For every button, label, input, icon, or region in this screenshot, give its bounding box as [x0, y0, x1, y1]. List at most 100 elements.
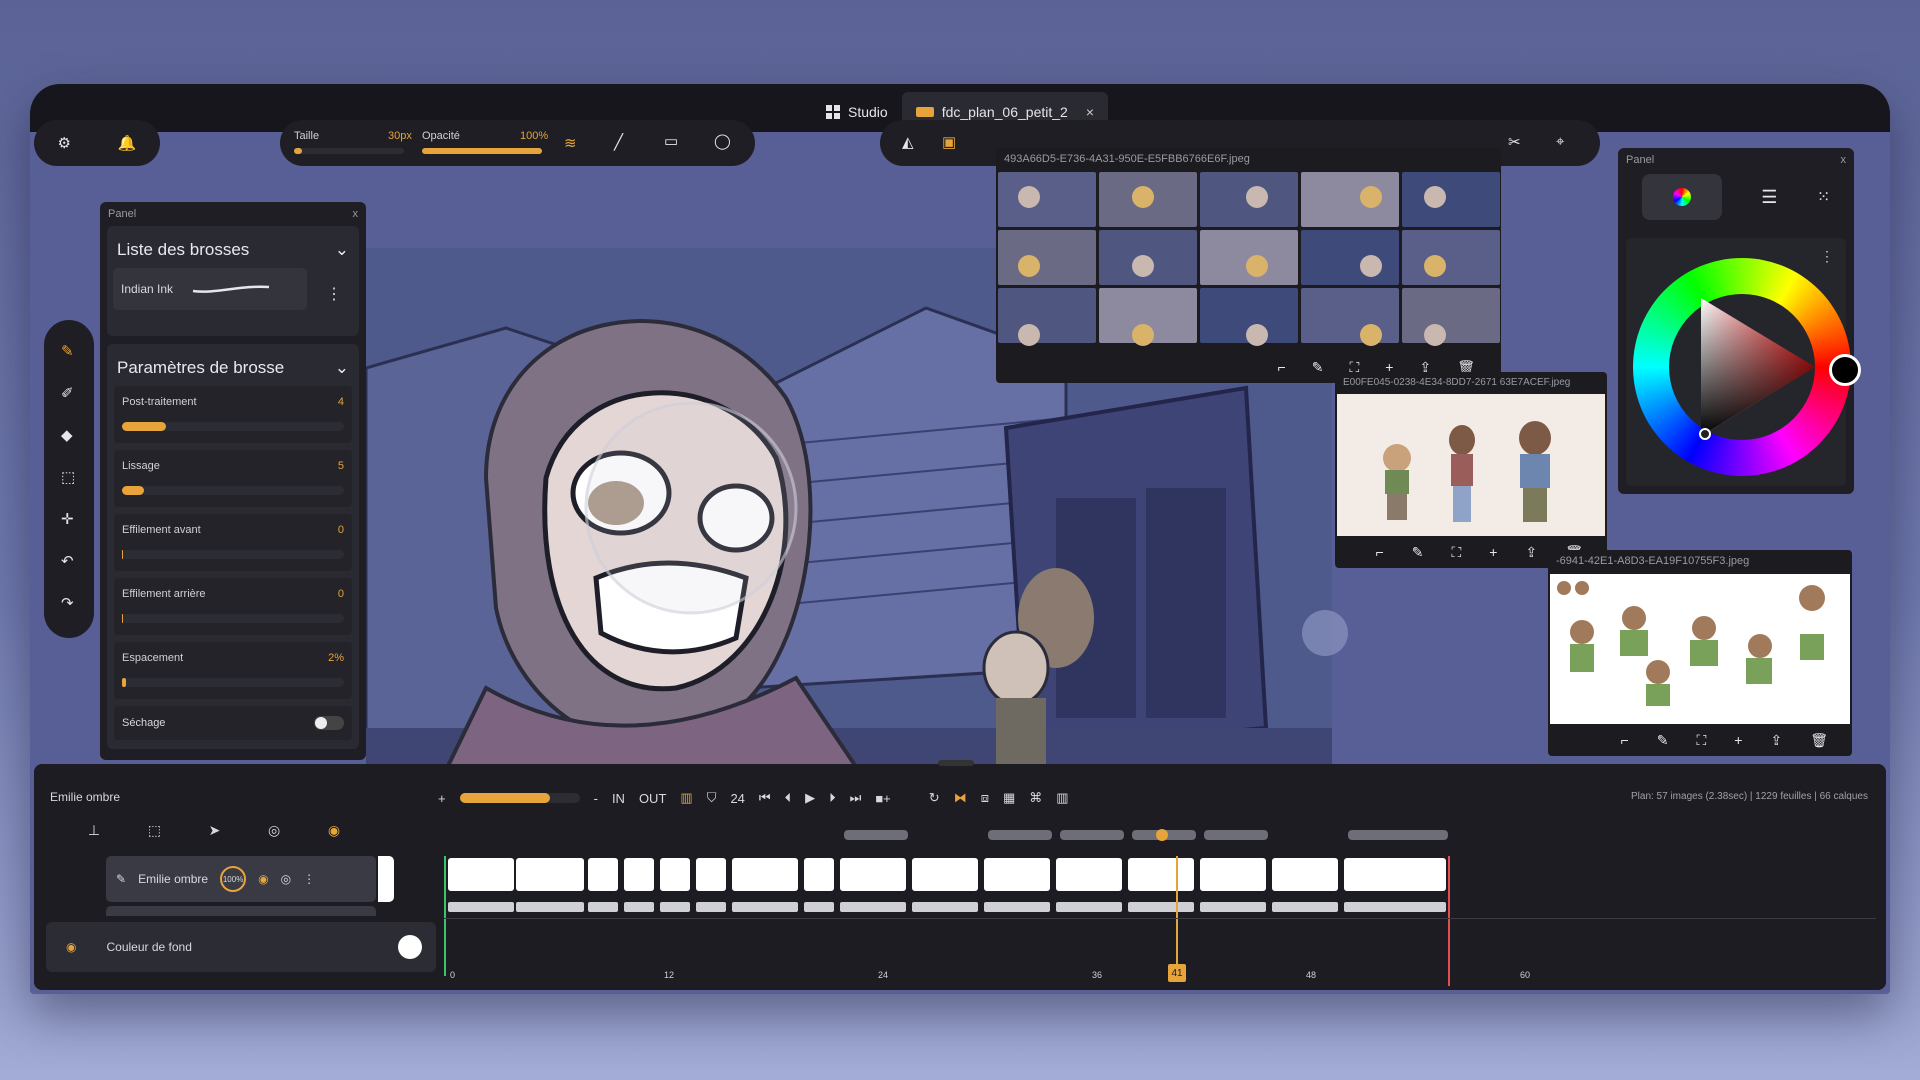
storyboard-thumbnail[interactable] [1402, 230, 1500, 285]
sv-cursor[interactable] [1699, 428, 1711, 440]
undo-icon[interactable]: ↶ [61, 552, 74, 570]
zoom-in-button[interactable]: + [438, 791, 446, 806]
storyboard-thumbnail[interactable] [1402, 172, 1500, 227]
pencil-icon[interactable]: ✎ [61, 342, 74, 360]
bg-layer-row[interactable]: ◉ Couleur de fond [46, 922, 436, 972]
frame-track[interactable]: 41 0 12 24 36 48 60 [444, 818, 1876, 986]
pressure-icon[interactable]: ≋ [564, 134, 577, 152]
in-button[interactable]: IN [612, 791, 625, 806]
next-frame-icon[interactable]: ⏵ [829, 790, 836, 806]
line-tool-icon[interactable]: ╱ [614, 133, 623, 151]
storyboard-thumbnail[interactable] [998, 230, 1096, 285]
frame-cell-secondary[interactable] [624, 902, 654, 912]
frame-cell[interactable] [588, 858, 618, 891]
eraser-icon[interactable]: ◆ [61, 426, 73, 444]
current-frame-badge[interactable]: 41 [1168, 964, 1186, 982]
edit-icon[interactable]: ✎ [1657, 732, 1669, 749]
scissors-icon[interactable]: ✂ [1508, 133, 1521, 151]
layer-row-2[interactable] [106, 906, 376, 916]
color-wheel-tab[interactable] [1641, 174, 1722, 220]
visibility-icon[interactable]: ◉ [66, 940, 76, 954]
frame-cell-secondary[interactable] [804, 902, 834, 912]
frame-cell[interactable] [840, 858, 906, 891]
crop-icon[interactable]: ⌐ [1278, 359, 1286, 375]
storyboard-thumbnail[interactable] [998, 172, 1096, 227]
loop-icon[interactable]: ↻ [929, 790, 940, 806]
frame-group-bar[interactable] [988, 830, 1052, 840]
lasso-icon[interactable]: ⌖ [1556, 133, 1564, 150]
frame-cell[interactable] [696, 858, 726, 891]
image-window-poses[interactable]: -6941-42E1-A8D3-EA19F10755F3.jpeg ⌐ ✎ ⛶ … [1548, 550, 1852, 756]
redo-icon[interactable]: ↷ [61, 594, 74, 612]
prev-frame-icon[interactable]: ⏴ [785, 790, 792, 806]
fps-value[interactable]: 24 [730, 791, 744, 806]
frame-cell-secondary[interactable] [516, 902, 584, 912]
brush-item[interactable]: Indian Ink [113, 268, 307, 310]
size-slider[interactable] [294, 148, 404, 154]
close-icon[interactable]: × [1086, 104, 1094, 120]
import-icon[interactable]: ⇪ [1770, 732, 1782, 749]
layer-opacity[interactable]: 100% [220, 866, 247, 892]
fit-icon[interactable]: ⛶ [1696, 732, 1706, 749]
onion-layer-icon[interactable]: ◉ [328, 822, 340, 839]
frames-icon[interactable]: ▦ [1003, 790, 1015, 806]
storyboard-thumbnail[interactable] [1301, 230, 1399, 285]
mirror-icon[interactable]: ◭ [902, 133, 914, 151]
storyboard-thumbnail[interactable] [1402, 288, 1500, 346]
split-icon[interactable]: ⧈ [981, 790, 989, 806]
layer-row[interactable]: ✎ Emilie ombre 100% ◉ ◎ ⋮ [106, 856, 376, 902]
frame-cell[interactable] [1344, 858, 1446, 891]
drying-toggle[interactable] [314, 716, 344, 730]
import-icon[interactable]: ⇪ [1525, 544, 1537, 561]
image-icon[interactable]: ▣ [942, 133, 956, 151]
playhead[interactable] [1176, 856, 1178, 966]
chevron-down-icon[interactable]: ⌄ [335, 358, 349, 378]
trash-icon[interactable]: 🗑 [1810, 732, 1828, 749]
hue-wheel[interactable] [1633, 258, 1861, 476]
last-frame-icon[interactable]: ⏭ [850, 790, 862, 806]
marker-icon[interactable]: ⛉ [707, 790, 717, 806]
storyboard-thumbnail[interactable] [1200, 172, 1298, 227]
saturation-triangle[interactable] [1633, 258, 1851, 476]
sliders-icon[interactable]: ☰ [1761, 187, 1777, 208]
frame-cell-secondary[interactable] [840, 902, 906, 912]
frame-cell[interactable] [448, 858, 514, 891]
image-window-turnaround[interactable]: E00FE045-0238-4E34-8DD7-2671 63E7ACEF.jp… [1335, 372, 1607, 568]
eye-toggle-icon[interactable]: ◎ [268, 822, 280, 839]
brush-list-header[interactable]: Liste des brosses ⌄ [107, 226, 359, 268]
timeline-drag-handle[interactable] [938, 760, 974, 766]
hue-cursor[interactable] [1829, 354, 1861, 386]
crop-icon[interactable]: ⌐ [1376, 544, 1384, 560]
frame-group-bar[interactable] [1060, 830, 1124, 840]
storyboard-thumbnail[interactable] [1099, 172, 1197, 227]
onion-skin-icon[interactable]: ⧓ [954, 790, 967, 806]
image-window-storyboard[interactable]: 493A66D5-E736-4A31-950E-E5FBB6766E6F.jpe… [996, 148, 1501, 383]
frame-cell-secondary[interactable] [1200, 902, 1266, 912]
frame-cell-secondary[interactable] [448, 902, 514, 912]
barcode-icon[interactable]: ▥ [1056, 790, 1068, 806]
edit-icon[interactable]: ✎ [1312, 359, 1324, 376]
frame-cell-secondary[interactable] [912, 902, 978, 912]
frame-cell-secondary[interactable] [732, 902, 798, 912]
frame-cell[interactable] [984, 858, 1050, 891]
close-icon[interactable]: x [1841, 154, 1847, 166]
frame-ruler[interactable] [444, 918, 1876, 932]
onion-skin-icon[interactable]: ◎ [281, 872, 291, 886]
fit-icon[interactable]: ⛶ [1451, 544, 1461, 561]
move-icon[interactable]: ✛ [61, 510, 74, 528]
frame-group-bar[interactable] [1204, 830, 1268, 840]
storyboard-thumbnail[interactable] [1301, 288, 1399, 346]
close-icon[interactable]: x [353, 208, 359, 220]
bell-icon[interactable]: 🔔 [118, 134, 137, 152]
chevron-down-icon[interactable]: ⌄ [335, 240, 349, 260]
add-layer-icon[interactable]: ⊥ [88, 822, 100, 839]
frame-cell[interactable] [912, 858, 978, 891]
palette-icon[interactable]: ⁙ [1817, 187, 1830, 207]
frame-cell-secondary[interactable] [1056, 902, 1122, 912]
keyframe-marker[interactable] [1156, 829, 1168, 841]
start-marker[interactable] [444, 856, 446, 976]
storyboard-thumbnail[interactable] [1200, 288, 1298, 346]
frame-cell[interactable] [1056, 858, 1122, 891]
ellipse-tool-icon[interactable]: ◯ [714, 132, 731, 150]
camera-icon[interactable]: ⌘ [1029, 790, 1042, 806]
